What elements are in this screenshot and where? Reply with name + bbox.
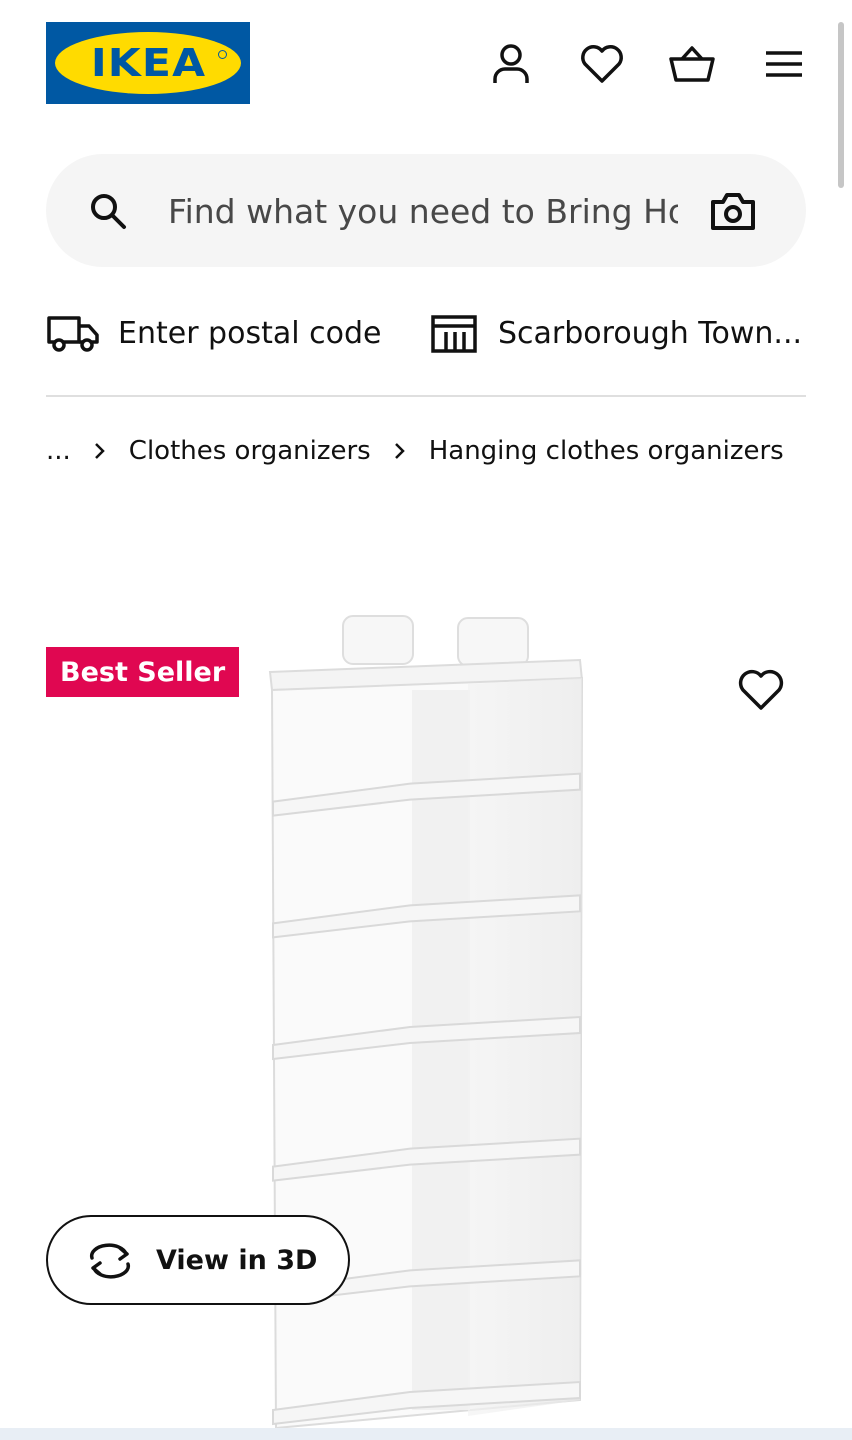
- basket-icon: [669, 46, 715, 82]
- store-selector-link[interactable]: Scarborough Town...: [430, 308, 802, 358]
- search-bar: [46, 154, 806, 267]
- best-seller-badge: Best Seller: [46, 647, 240, 697]
- store-label: Scarborough Town...: [498, 315, 803, 351]
- chevron-right-icon: [394, 443, 405, 459]
- breadcrumb-hanging-clothes-organizers[interactable]: Hanging clothes organizers: [429, 436, 784, 466]
- breadcrumb-clothes-organizers[interactable]: Clothes organizers: [129, 436, 371, 466]
- store-icon: [431, 315, 477, 353]
- breadcrumb-ellipsis[interactable]: ...: [46, 436, 71, 466]
- logo-text: IKEA: [90, 41, 206, 85]
- menu-button[interactable]: [760, 40, 808, 88]
- search-input[interactable]: [168, 184, 678, 238]
- postal-code-label: Enter postal code: [118, 315, 382, 351]
- ikea-logo[interactable]: IKEA: [46, 22, 250, 104]
- profile-button[interactable]: [487, 40, 535, 88]
- bottom-strip: [0, 1428, 852, 1440]
- hanging-strap: [342, 615, 414, 665]
- delivery-truck-icon: [47, 316, 99, 352]
- favourites-button[interactable]: [578, 40, 626, 88]
- basket-button[interactable]: [668, 40, 716, 88]
- breadcrumb: ... Clothes organizers Hanging clothes o…: [46, 430, 784, 472]
- postal-code-link[interactable]: Enter postal code: [46, 308, 381, 358]
- divider: [46, 395, 806, 397]
- person-icon: [493, 44, 529, 83]
- scrollbar[interactable]: [838, 22, 844, 188]
- chevron-right-icon: [94, 443, 105, 459]
- hanging-strap: [457, 617, 529, 667]
- heart-icon: [581, 45, 623, 83]
- logo-oval: IKEA: [55, 32, 241, 94]
- heart-icon[interactable]: [735, 664, 787, 716]
- view-in-3d-button[interactable]: View in 3D: [46, 1215, 350, 1305]
- search-icon: [91, 194, 126, 229]
- hamburger-menu-icon: [766, 51, 802, 77]
- rotate-3d-icon: [89, 1243, 131, 1279]
- camera-icon[interactable]: [710, 190, 756, 232]
- view-in-3d-label: View in 3D: [156, 1244, 318, 1276]
- registered-mark-icon: [218, 50, 227, 59]
